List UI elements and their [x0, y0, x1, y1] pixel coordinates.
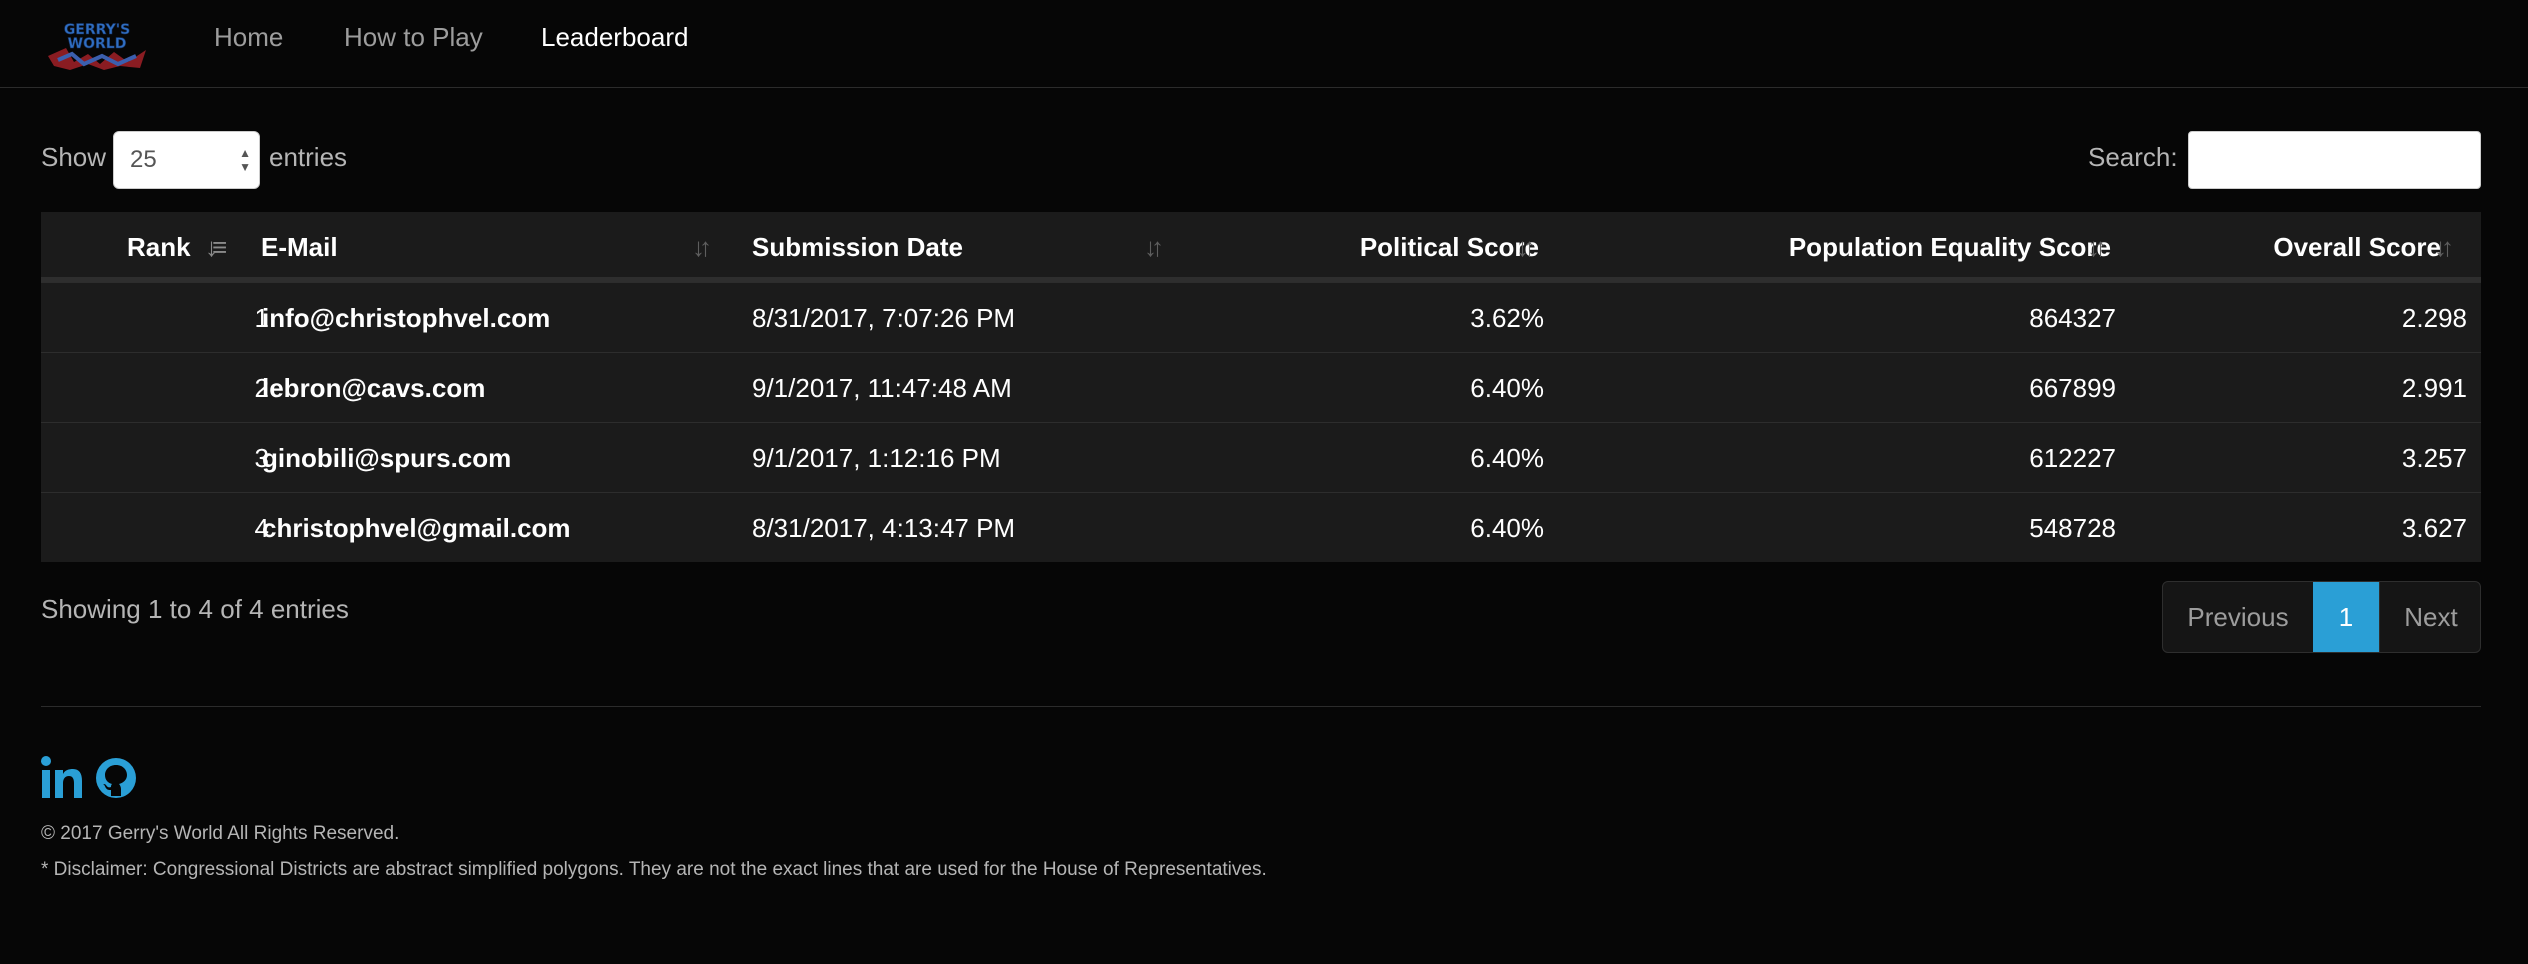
cell-rank: 4 [254, 513, 269, 543]
gerrys-world-logo[interactable]: GERRY'S WORLD [44, 18, 150, 74]
column-header-overall-score[interactable]: Overall Score [2161, 212, 2441, 282]
table-header: Rank ↓≡ E-Mail ↓↑ Submission Date ↓↑ Pol… [41, 212, 2481, 282]
copyright-text: © 2017 Gerry's World All Rights Reserved… [41, 823, 400, 844]
cell-email: info@christophvel.com [262, 303, 551, 333]
table-info: Showing 1 to 4 of 4 entries [41, 594, 349, 624]
page-length-select[interactable]: 25 ▲ ▼ [113, 131, 260, 189]
cell-email: ginobili@spurs.com [262, 443, 512, 473]
sort-ascending-icon[interactable]: ↓≡ [205, 212, 227, 282]
cell-rank: 3 [254, 443, 269, 473]
cell-overall-score: 2.991 [2401, 373, 2467, 403]
table-row: 1 info@christophvel.com 8/31/2017, 7:07:… [41, 282, 2481, 352]
cell-political-score: 6.40% [1470, 373, 1544, 403]
cell-email: christophvel@gmail.com [262, 513, 571, 543]
disclaimer-text: * Disclaimer: Congressional Districts ar… [41, 859, 1267, 880]
search-label: Search: [2088, 142, 2178, 172]
page-1-button[interactable]: 1 [2313, 582, 2379, 652]
leaderboard-table: Rank ↓≡ E-Mail ↓↑ Submission Date ↓↑ Pol… [41, 212, 2481, 562]
cell-overall-score: 3.627 [2401, 513, 2467, 543]
show-label: Show [41, 142, 107, 172]
sort-icon[interactable]: ↓↑ [692, 212, 712, 282]
select-arrows-icon: ▲ ▼ [239, 146, 251, 174]
search-input[interactable] [2188, 131, 2481, 189]
pagination: Previous 1 Next [2162, 581, 2481, 653]
column-header-submission-date[interactable]: Submission Date [752, 212, 963, 282]
cell-population-equality-score: 612227 [2029, 443, 2116, 473]
cell-population-equality-score: 864327 [2029, 303, 2116, 333]
nav-how-to-play[interactable]: How to Play [344, 20, 483, 54]
cell-population-equality-score: 548728 [2029, 513, 2116, 543]
page-length-value: 25 [130, 146, 157, 173]
entries-label: entries [269, 142, 348, 172]
nav-home[interactable]: Home [214, 20, 283, 54]
next-button[interactable]: Next [2379, 582, 2480, 652]
table-row: 3 ginobili@spurs.com 9/1/2017, 1:12:16 P… [41, 422, 2481, 492]
cell-submission-date: 8/31/2017, 4:13:47 PM [752, 513, 1016, 543]
column-header-population-equality-score[interactable]: Population Equality Score [1571, 212, 2111, 282]
nav-leaderboard[interactable]: Leaderboard [541, 20, 688, 54]
cell-overall-score: 3.257 [2401, 443, 2467, 473]
sort-icon[interactable]: ↓↑ [1144, 212, 1164, 282]
cell-population-equality-score: 667899 [2029, 373, 2116, 403]
sort-icon[interactable]: ↓↑ [2434, 212, 2454, 282]
cell-overall-score: 2.298 [2401, 303, 2467, 333]
sort-icon[interactable]: ↓↑ [1516, 212, 1536, 282]
previous-button[interactable]: Previous [2163, 582, 2313, 652]
cell-submission-date: 8/31/2017, 7:07:26 PM [752, 303, 1016, 333]
cell-political-score: 6.40% [1470, 443, 1544, 473]
column-header-rank[interactable]: Rank [127, 212, 191, 282]
cell-email: lebron@cavs.com [262, 373, 486, 403]
column-header-political-score[interactable]: Political Score [1211, 212, 1539, 282]
table-row: 2 lebron@cavs.com 9/1/2017, 11:47:48 AM … [41, 352, 2481, 422]
navbar: GERRY'S WORLD Home How to Play Leaderboa… [0, 0, 2528, 88]
column-header-email[interactable]: E-Mail [261, 212, 338, 282]
svg-text:WORLD: WORLD [68, 36, 127, 52]
cell-political-score: 3.62% [1470, 303, 1544, 333]
github-icon[interactable] [94, 756, 138, 800]
footer-divider [41, 706, 2481, 707]
cell-rank: 2 [254, 373, 269, 403]
cell-submission-date: 9/1/2017, 1:12:16 PM [752, 443, 1001, 473]
table-row: 4 christophvel@gmail.com 8/31/2017, 4:13… [41, 492, 2481, 562]
sort-icon[interactable]: ↓↑ [2087, 212, 2107, 282]
cell-political-score: 6.40% [1470, 513, 1544, 543]
cell-submission-date: 9/1/2017, 11:47:48 AM [752, 373, 1012, 403]
linkedin-icon[interactable] [41, 756, 83, 800]
cell-rank: 1 [254, 303, 269, 333]
